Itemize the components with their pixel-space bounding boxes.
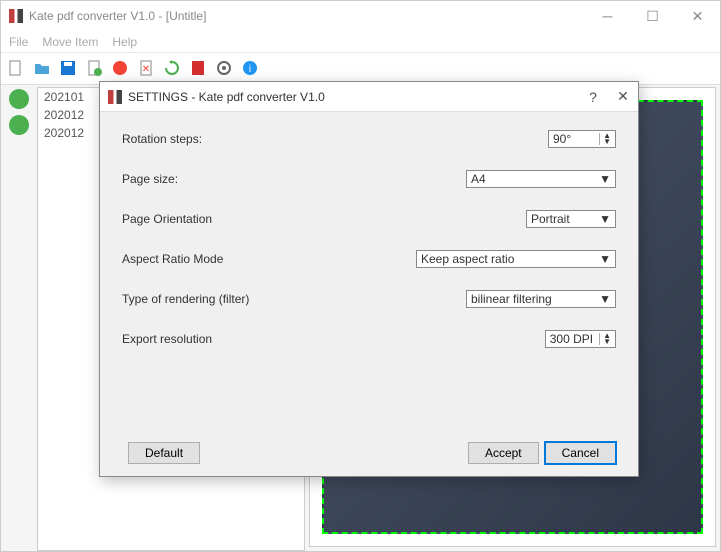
save-icon[interactable] <box>59 59 79 79</box>
svg-text:i: i <box>249 64 251 75</box>
settings-icon[interactable] <box>215 59 235 79</box>
help-icon[interactable]: ? <box>578 89 608 105</box>
status-indicator-icon[interactable] <box>9 115 29 135</box>
spin-down-icon: ▼ <box>603 139 611 145</box>
svg-text:✕: ✕ <box>142 64 150 75</box>
chevron-down-icon: ▼ <box>599 252 611 266</box>
new-icon[interactable] <box>7 59 27 79</box>
dialog-titlebar: SETTINGS - Kate pdf converter V1.0 ? ✕ <box>100 82 638 112</box>
maximize-icon[interactable]: ☐ <box>630 1 675 31</box>
convert-icon[interactable] <box>85 59 105 79</box>
filter-label: Type of rendering (filter) <box>122 292 322 306</box>
delete-icon[interactable]: ✕ <box>137 59 157 79</box>
main-titlebar: Kate pdf converter V1.0 - [Untitle] ─ ☐ … <box>1 1 720 31</box>
window-title: Kate pdf converter V1.0 - [Untitle] <box>29 9 206 23</box>
settings-dialog: SETTINGS - Kate pdf converter V1.0 ? ✕ R… <box>99 81 639 477</box>
chevron-down-icon: ▼ <box>599 212 611 226</box>
aspect-label: Aspect Ratio Mode <box>122 252 322 266</box>
pagesize-select[interactable]: A4▼ <box>466 170 616 188</box>
default-button[interactable]: Default <box>128 442 200 464</box>
chevron-down-icon: ▼ <box>599 292 611 306</box>
pdf-icon[interactable] <box>189 59 209 79</box>
dialog-title: SETTINGS - Kate pdf converter V1.0 <box>128 90 325 104</box>
orientation-label: Page Orientation <box>122 212 322 226</box>
app-icon <box>108 90 122 104</box>
cancel-button[interactable]: Cancel <box>545 442 616 464</box>
orientation-select[interactable]: Portrait▼ <box>526 210 616 228</box>
resolution-stepper[interactable]: 300 DPI ▲▼ <box>545 330 616 348</box>
close-icon[interactable]: ✕ <box>608 88 638 105</box>
app-icon <box>9 9 23 23</box>
menu-move-item[interactable]: Move Item <box>42 35 98 49</box>
minimize-icon[interactable]: ─ <box>585 1 630 31</box>
menubar: File Move Item Help <box>1 31 720 53</box>
pagesize-label: Page size: <box>122 172 322 186</box>
rotate-icon[interactable] <box>163 59 183 79</box>
menu-file[interactable]: File <box>9 35 28 49</box>
chevron-down-icon: ▼ <box>599 172 611 186</box>
rotation-label: Rotation steps: <box>122 132 322 146</box>
status-indicator-icon[interactable] <box>9 89 29 109</box>
stop-icon[interactable] <box>111 59 131 79</box>
spin-down-icon: ▼ <box>603 339 611 345</box>
rotation-stepper[interactable]: 90° ▲▼ <box>548 130 616 148</box>
info-icon[interactable]: i <box>241 59 261 79</box>
aspect-select[interactable]: Keep aspect ratio▼ <box>416 250 616 268</box>
close-icon[interactable]: ✕ <box>675 1 720 31</box>
filter-select[interactable]: bilinear filtering▼ <box>466 290 616 308</box>
menu-help[interactable]: Help <box>112 35 137 49</box>
accept-button[interactable]: Accept <box>468 442 539 464</box>
resolution-label: Export resolution <box>122 332 322 346</box>
open-icon[interactable] <box>33 59 53 79</box>
